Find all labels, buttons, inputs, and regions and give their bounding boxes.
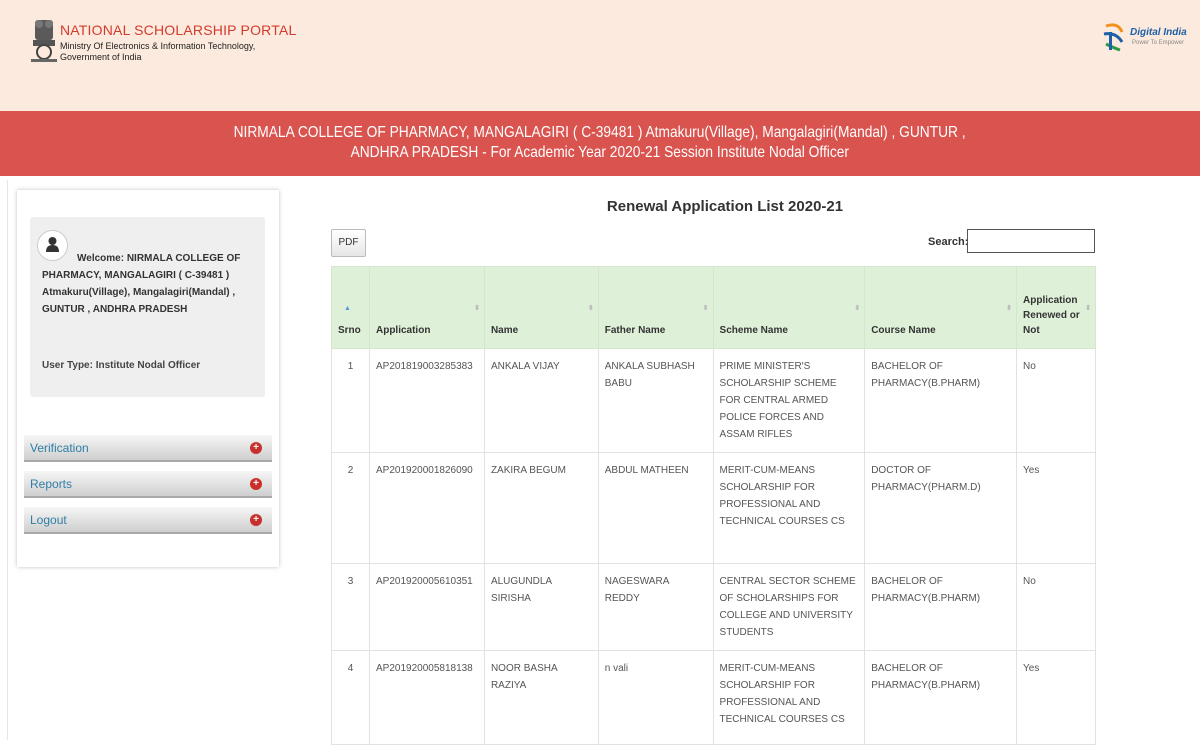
page-title: Renewal Application List 2020-21 — [606, 198, 844, 215]
welcome-text: Welcome: NIRMALA COLLEGE OF PHARMACY, MA… — [42, 250, 262, 318]
national-emblem-icon — [31, 20, 57, 62]
cell-father-name: n vali — [597, 650, 714, 745]
menu-label: Reports — [30, 477, 73, 491]
table-row: 3 AP201920005610351 ALUGUNDLA SIRISHA NA… — [331, 563, 1096, 651]
plus-circle-icon: + — [250, 442, 262, 454]
divider — [7, 180, 8, 740]
banner-line-2: ANDHRA PRADESH - For Academic Year 2020-… — [350, 144, 850, 161]
cell-father-name: ANKALA SUBHASH BABU — [597, 348, 714, 453]
plus-circle-icon: + — [250, 478, 262, 490]
column-label: Scheme Name — [719, 325, 788, 336]
table-header-row: ▲ Srno ⬍ Application ⬍ Name ⬍ Father Name ⬍ S… — [331, 266, 1096, 349]
cell-renewed: No — [1016, 348, 1096, 453]
column-header-father-name[interactable]: ⬍ Father Name — [597, 266, 714, 349]
cell-scheme-name: MERIT-CUM-MEANS SCHOLARSHIP FOR PROFESSI… — [712, 650, 866, 745]
welcome-line-1: Welcome: NIRMALA COLLEGE OF — [77, 253, 241, 264]
sort-icon: ⬍ — [587, 305, 594, 312]
cell-application: AP201920001826090 — [368, 452, 485, 564]
cell-application: AP201819003285383 — [368, 348, 485, 453]
ministry-text: Ministry Of Electronics & Information Te… — [60, 41, 255, 63]
cell-renewed: Yes — [1016, 650, 1096, 745]
column-header-course-name[interactable]: ⬍ Course Name — [864, 266, 1018, 349]
renewal-table: ▲ Srno ⬍ Application ⬍ Name ⬍ Father Name ⬍ S… — [331, 266, 1096, 745]
cell-srno: 2 — [331, 452, 370, 564]
cell-scheme-name: CENTRAL SECTOR SCHEME OF SCHOLARSHIPS FO… — [712, 563, 866, 651]
sort-icon: ⬍ — [854, 305, 861, 312]
column-label: Course Name — [871, 325, 936, 336]
digital-india-tagline: Power To Empower — [1132, 40, 1184, 46]
cell-course-name: BACHELOR OF PHARMACY(B.PHARM) — [864, 563, 1018, 651]
menu-label: Verification — [30, 441, 89, 455]
sort-icon: ⬍ — [1085, 305, 1091, 312]
column-header-renewed[interactable]: ⬍ Application Renewed or Not — [1016, 266, 1096, 349]
column-label: Application Renewed or Not — [1023, 295, 1080, 336]
cell-application: AP201920005818138 — [368, 650, 485, 745]
column-header-srno[interactable]: ▲ Srno — [331, 266, 370, 349]
sort-icon: ⬍ — [702, 305, 709, 312]
cell-srno: 4 — [331, 650, 370, 745]
column-label: Srno — [338, 325, 361, 336]
digital-india-icon — [1103, 23, 1124, 52]
institute-banner: NIRMALA COLLEGE OF PHARMACY, MANGALAGIRI… — [0, 111, 1200, 176]
cell-name: NOOR BASHA RAZIYA — [483, 650, 599, 745]
table-row: 1 AP201819003285383 ANKALA VIJAY ANKALA … — [331, 348, 1096, 453]
column-header-scheme-name[interactable]: ⬍ Scheme Name — [712, 266, 866, 349]
cell-father-name: ABDUL MATHEEN — [597, 452, 714, 564]
column-label: Name — [490, 325, 519, 336]
digital-india-text: Digital India — [1130, 27, 1187, 38]
menu-reports[interactable]: Reports + — [24, 471, 272, 498]
cell-scheme-name: MERIT-CUM-MEANS SCHOLARSHIP FOR PROFESSI… — [712, 452, 866, 564]
table-row: 4 AP201920005818138 NOOR BASHA RAZIYA n … — [331, 650, 1096, 745]
cell-father-name: NAGESWARA REDDY — [597, 563, 714, 651]
search-input[interactable] — [967, 229, 1095, 253]
column-label: Application — [375, 325, 431, 336]
cell-name: ALUGUNDLA SIRISHA — [483, 563, 599, 651]
menu-verification[interactable]: Verification + — [24, 435, 272, 462]
cell-course-name: BACHELOR OF PHARMACY(B.PHARM) — [864, 348, 1018, 453]
cell-application: AP201920005610351 — [368, 563, 485, 651]
plus-circle-icon: + — [250, 514, 262, 526]
menu-label: Logout — [30, 513, 67, 527]
cell-renewed: No — [1016, 563, 1096, 651]
sort-icon: ⬍ — [1006, 305, 1013, 312]
cell-srno: 1 — [331, 348, 370, 453]
user-type: User Type: Institute Nodal Officer — [42, 360, 201, 371]
portal-title: NATIONAL SCHOLARSHIP PORTAL — [60, 22, 297, 38]
sort-icon: ⬍ — [474, 305, 480, 312]
search-label: Search: — [928, 236, 969, 248]
cell-course-name: DOCTOR OF PHARMACY(PHARM.D) — [864, 452, 1018, 564]
table-row: 2 AP201920001826090 ZAKIRA BEGUM ABDUL M… — [331, 452, 1096, 564]
pdf-export-button[interactable]: PDF — [331, 229, 366, 257]
cell-renewed: Yes — [1016, 452, 1096, 564]
digital-india-logo: Digital India Power To Empower — [1100, 22, 1190, 52]
profile-card: Welcome: NIRMALA COLLEGE OF PHARMACY, MA… — [30, 217, 265, 397]
site-header: NATIONAL SCHOLARSHIP PORTAL Ministry Of … — [0, 0, 1200, 111]
menu-logout[interactable]: Logout + — [24, 507, 272, 534]
cell-name: ZAKIRA BEGUM — [483, 452, 599, 564]
cell-srno: 3 — [331, 563, 370, 651]
cell-name: ANKALA VIJAY — [483, 348, 599, 453]
cell-scheme-name: PRIME MINISTER'S SCHOLARSHIP SCHEME FOR … — [712, 348, 866, 453]
cell-course-name: BACHELOR OF PHARMACY(B.PHARM) — [864, 650, 1018, 745]
column-header-name[interactable]: ⬍ Name — [483, 266, 599, 349]
welcome-institute: PHARMACY, MANGALAGIRI ( C-39481 ) Atmaku… — [42, 270, 236, 315]
ministry-line-1: Ministry Of Electronics & Information Te… — [60, 41, 256, 51]
ministry-line-2: Government of India — [60, 52, 142, 62]
column-header-application[interactable]: ⬍ Application — [368, 266, 485, 349]
column-label: Father Name — [604, 325, 666, 336]
sort-asc-icon: ▲ — [344, 305, 351, 312]
banner-line-1: NIRMALA COLLEGE OF PHARMACY, MANGALAGIRI… — [233, 124, 967, 141]
